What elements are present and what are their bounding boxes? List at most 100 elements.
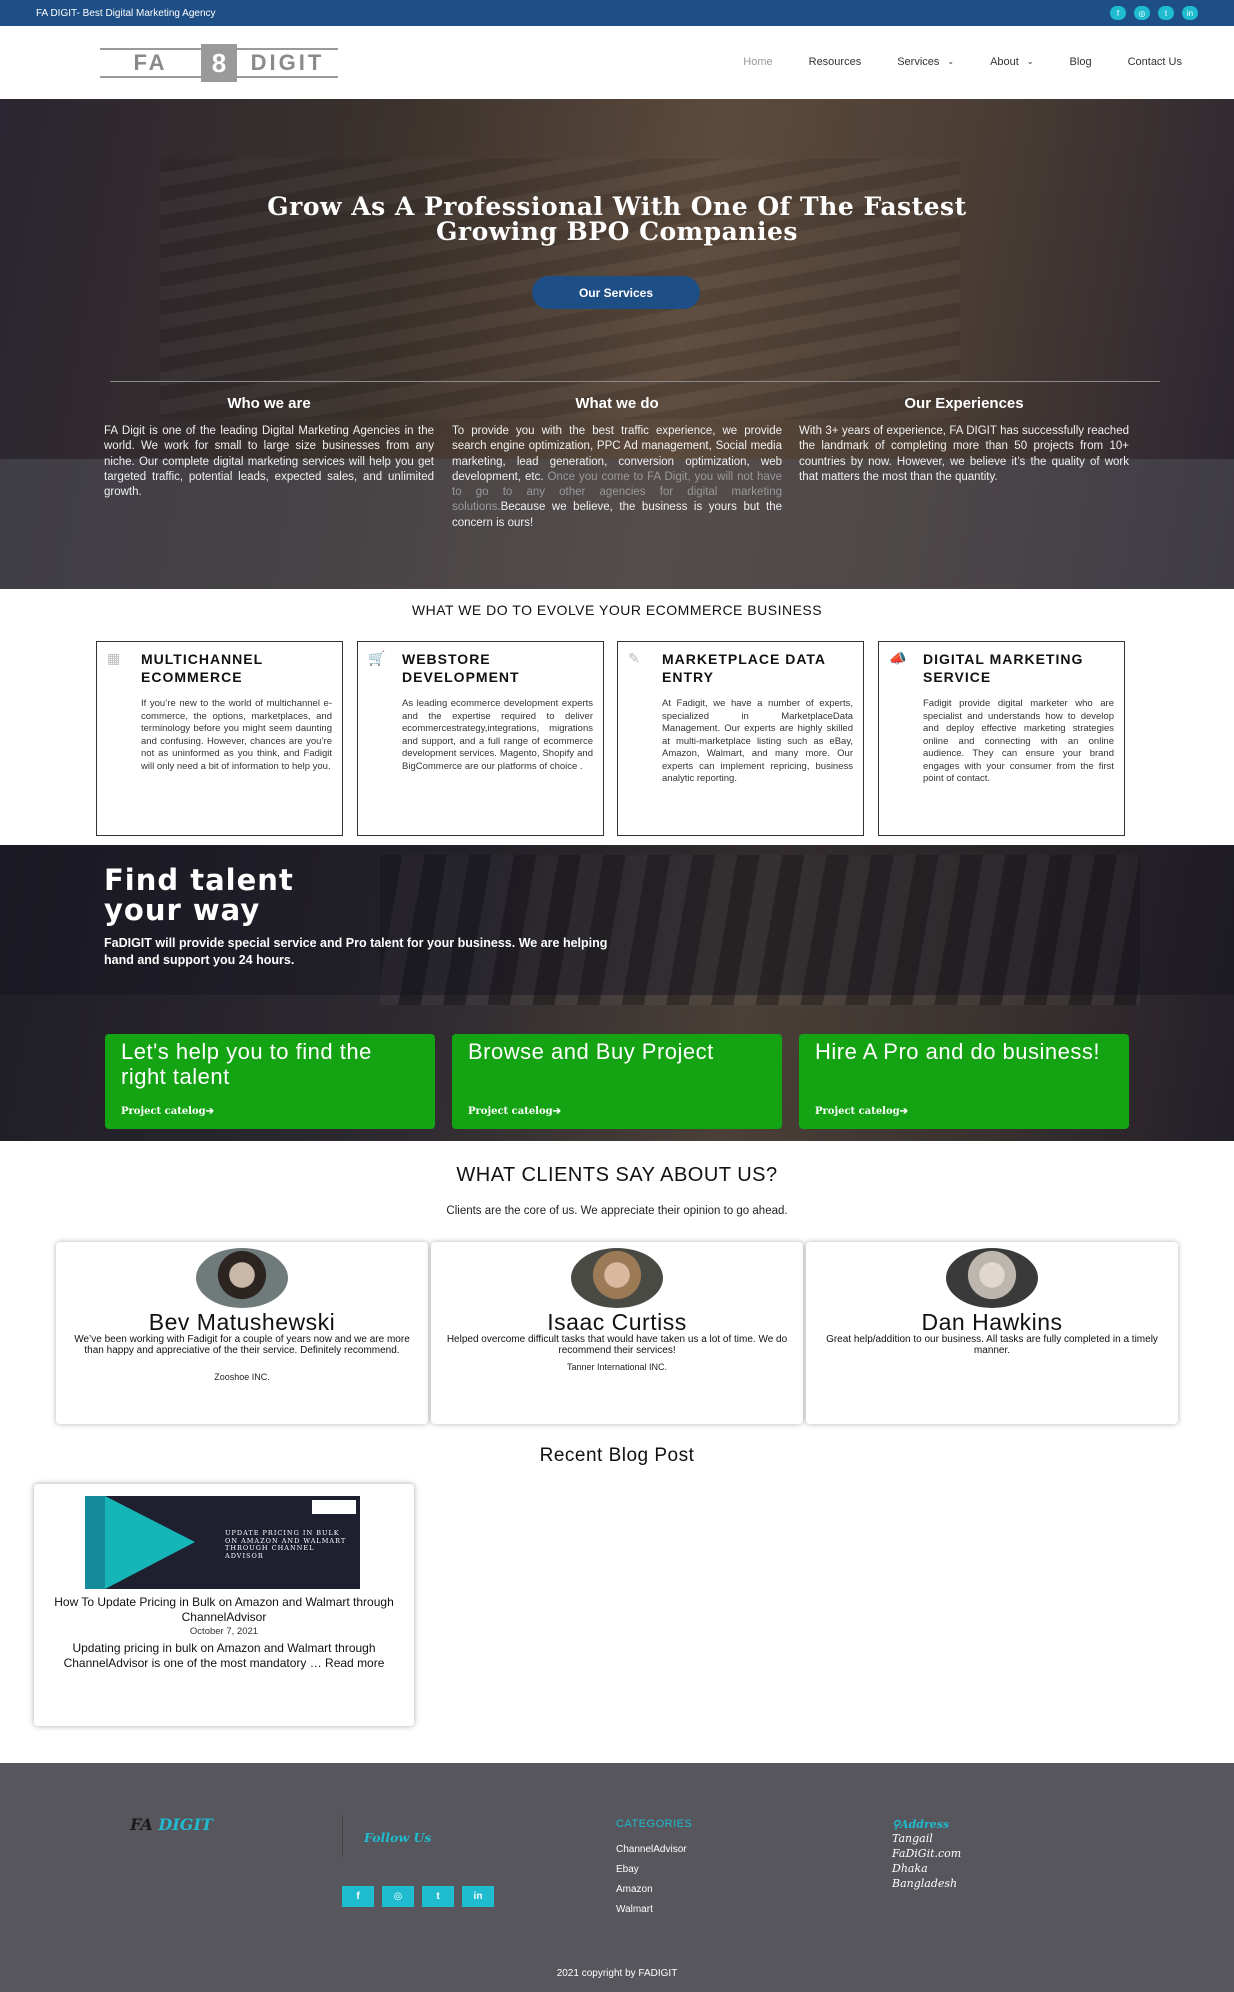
footer-logo-a: FA <box>130 1815 153 1834</box>
image-caption: UPDATE PRICING IN BULK ON AMAZON AND WAL… <box>225 1529 347 1560</box>
client-name: Bev Matushewski <box>148 1309 336 1335</box>
nav-services[interactable]: Services <box>897 56 939 68</box>
link-label: Project catelog <box>121 1106 206 1117</box>
copyright-text: 2021 copyright by FADIGIT <box>556 1968 678 1979</box>
cart-icon: 🛒 <box>368 650 386 666</box>
instagram-icon[interactable]: ◎ <box>382 1886 414 1907</box>
address-title-text: Address <box>900 1818 950 1831</box>
who-we-are-column: Who we are FA Digit is one of the leadin… <box>104 395 434 500</box>
service-card-digital-marketing[interactable]: 📣 DIGITAL MARKETING SERVICE Fadigit prov… <box>878 641 1125 836</box>
card-title: MULTICHANNEL ECOMMERCE <box>141 651 263 685</box>
twitter-icon[interactable]: t <box>422 1886 454 1907</box>
client-name: Isaac Curtiss <box>547 1309 687 1335</box>
avatar <box>196 1248 288 1308</box>
column-text: With 3+ years of experience, FA DIGIT ha… <box>799 425 1129 483</box>
arrow-right-icon: ➔ <box>552 1106 562 1117</box>
card-text: If you’re new to the world of multichann… <box>141 698 332 772</box>
project-catalog-link[interactable]: Project catelog➔ <box>468 1106 561 1117</box>
address-line: FaDiGit.com <box>892 1847 962 1860</box>
what-we-do-column: What we do To provide you with the best … <box>452 395 782 531</box>
browse-buy-box[interactable]: Browse and Buy Project Project catelog➔ <box>452 1034 782 1129</box>
column-text: To provide you with the best traffic exp… <box>452 424 782 531</box>
address-line: Dhaka <box>892 1862 928 1875</box>
follow-us-label: Follow Us <box>364 1830 432 1845</box>
linkedin-icon[interactable]: in <box>1182 6 1198 20</box>
grid-icon: ▦ <box>107 650 121 666</box>
blog-post-title[interactable]: How To Update Pricing in Bulk on Amazon … <box>54 1595 394 1625</box>
avatar <box>946 1248 1038 1308</box>
categories-title: CATEGORIES <box>616 1818 693 1830</box>
hire-pro-box[interactable]: Hire A Pro and do business! Project cate… <box>799 1034 1129 1129</box>
footer-logo[interactable]: FA DIGIT <box>130 1815 213 1834</box>
blog-post-image[interactable]: UPDATE PRICING IN BULK ON AMAZON AND WAL… <box>85 1496 360 1589</box>
image-arrow-shape <box>105 1496 195 1589</box>
our-services-button[interactable]: Our Services <box>532 276 700 309</box>
service-card-webstore[interactable]: 🛒 WEBSTORE DEVELOPMENT As leading ecomme… <box>357 641 604 836</box>
our-experiences-column: Our Experiences With 3+ years of experie… <box>799 395 1129 485</box>
footer-logo-b: DIGIT <box>158 1815 213 1834</box>
evolve-section-title: WHAT WE DO TO EVOLVE YOUR ECOMMERCE BUSI… <box>411 602 823 618</box>
category-link[interactable]: Ebay <box>616 1860 692 1880</box>
service-card-marketplace[interactable]: ✎ MARKETPLACE DATA ENTRY At Fadigit, we … <box>617 641 864 836</box>
chevron-down-icon[interactable]: ⌄ <box>947 57 954 68</box>
linkedin-icon[interactable]: in <box>462 1886 494 1907</box>
project-catalog-link[interactable]: Project catelog➔ <box>121 1106 214 1117</box>
megaphone-icon: 📣 <box>889 650 907 666</box>
site-logo[interactable]: FA 8 DIGIT <box>100 44 338 82</box>
talent-subtitle: FaDIGIT will provide special service and… <box>104 936 608 967</box>
site-header: FA 8 DIGIT Home Resources Services ⌄ Abo… <box>0 26 1234 99</box>
facebook-icon[interactable]: f <box>342 1886 374 1907</box>
box-title: Let's help you to find the right talent <box>121 1039 372 1089</box>
tagline: FA DIGIT- Best Digital Marketing Agency <box>36 7 216 19</box>
find-talent-box[interactable]: Let's help you to find the right talent … <box>105 1034 435 1129</box>
arrow-right-icon: ➔ <box>899 1106 909 1117</box>
blog-post-excerpt: Updating pricing in bulk on Amazon and W… <box>63 1641 385 1670</box>
service-card-multichannel[interactable]: ▦ MULTICHANNEL ECOMMERCE If you’re new t… <box>96 641 343 836</box>
logo-mark: 8 <box>201 44 237 82</box>
footer-categories: CATEGORIES ChannelAdvisor Ebay Amazon Wa… <box>616 1818 692 1920</box>
avatar <box>571 1248 663 1308</box>
testimonial-card: Dan Hawkins Great help/addition to our b… <box>806 1242 1178 1424</box>
location-pin-icon: ⚲ <box>892 1818 901 1831</box>
category-link[interactable]: Amazon <box>616 1880 692 1900</box>
client-quote: We’ve been working with Fadigit for a co… <box>74 1334 410 1356</box>
category-link[interactable]: Walmart <box>616 1900 692 1920</box>
project-catalog-link[interactable]: Project catelog➔ <box>815 1106 908 1117</box>
nav-blog[interactable]: Blog <box>1070 56 1092 68</box>
client-quote: Helped overcome difficult tasks that wou… <box>446 1334 788 1356</box>
instagram-icon[interactable]: ◎ <box>1134 6 1150 20</box>
blog-post-card[interactable]: UPDATE PRICING IN BULK ON AMAZON AND WAL… <box>34 1484 414 1726</box>
client-company: Zooshoe INC. <box>214 1372 270 1382</box>
box-title: Hire A Pro and do business! <box>815 1039 1100 1064</box>
top-bar: FA DIGIT- Best Digital Marketing Agency … <box>0 0 1234 26</box>
column-text: FA Digit is one of the leading Digital M… <box>104 425 434 499</box>
testimonial-card: Isaac Curtiss Helped overcome difficult … <box>431 1242 803 1424</box>
column-title: Our Experiences <box>904 395 1024 412</box>
nav-home[interactable]: Home <box>743 56 772 68</box>
client-name: Dan Hawkins <box>921 1309 1063 1335</box>
nav-resources[interactable]: Resources <box>809 56 862 68</box>
talent-section: Find talent your way FaDIGIT will provid… <box>0 845 1234 1141</box>
image-shape <box>85 1496 105 1589</box>
testimonial-card: Bev Matushewski We’ve been working with … <box>56 1242 428 1424</box>
nav-contact[interactable]: Contact Us <box>1128 56 1182 68</box>
logo-right-text: DIGIT <box>237 48 338 78</box>
main-nav: Home Resources Services ⌄ About ⌄ Blog C… <box>743 56 1182 68</box>
talent-title: Find talent your way <box>104 865 404 925</box>
column-text-b: Because we believe, the business is your… <box>452 501 782 529</box>
address-line: Bangladesh <box>892 1877 958 1890</box>
category-link[interactable]: ChannelAdvisor <box>616 1840 692 1860</box>
hero-title: Grow As A Professional With One Of The F… <box>0 194 1234 244</box>
logo-left-text: FA <box>100 48 201 78</box>
column-title: What we do <box>575 395 659 412</box>
chevron-down-icon[interactable]: ⌄ <box>1027 57 1034 68</box>
blog-section-title: Recent Blog Post <box>539 1445 695 1466</box>
nav-about[interactable]: About <box>990 56 1019 68</box>
site-footer: FA DIGIT Follow Us f ◎ t in CATEGORIES C… <box>0 1763 1234 1992</box>
clients-subtitle: Clients are the core of us. We appreciat… <box>446 1205 788 1217</box>
hero-title-line2: Growing BPO Companies <box>436 217 798 246</box>
card-title: DIGITAL MARKETING SERVICE <box>923 651 1084 685</box>
facebook-icon[interactable]: f <box>1110 6 1126 20</box>
talent-title-line1: Find talent <box>104 863 294 897</box>
twitter-icon[interactable]: t <box>1158 6 1174 20</box>
